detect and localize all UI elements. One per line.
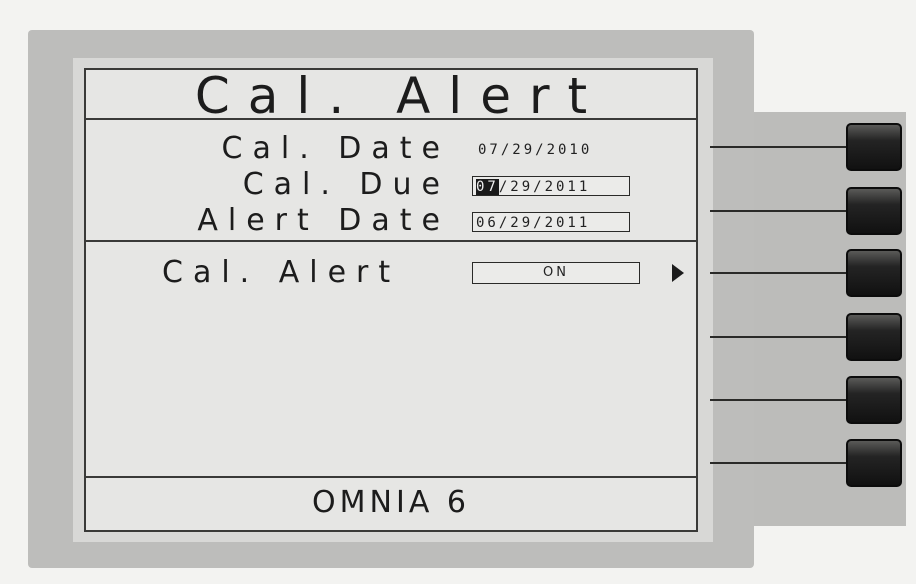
cal-alert-toggle[interactable]: ON <box>472 262 640 284</box>
cal-due-row[interactable]: Cal. Due 07/29/2011 <box>86 170 696 200</box>
section-divider <box>86 240 696 242</box>
right-arrow-icon <box>672 264 684 282</box>
cal-date-label: Cal. Date <box>221 131 450 166</box>
cal-date-value: 07/29/2010 <box>478 142 593 158</box>
cal-alert-label: Cal. Alert <box>162 255 401 290</box>
cal-date-row: Cal. Date 07/29/2010 <box>86 134 696 164</box>
softkey-3-button[interactable] <box>846 249 902 297</box>
footer-model-name: OMNIA 6 <box>86 476 696 530</box>
alert-date-row[interactable]: Alert Date 06/29/2011 <box>86 206 696 236</box>
softkey-leader-2 <box>710 210 850 212</box>
softkey-leader-4 <box>710 336 850 338</box>
cal-due-cursor: 07 <box>476 179 499 195</box>
cal-due-value: /29/2011 <box>498 179 591 195</box>
softkey-4-button[interactable] <box>846 313 902 361</box>
cal-alert-row[interactable]: Cal. Alert ON <box>86 258 696 288</box>
softkey-leader-1 <box>710 146 850 148</box>
alert-date-field[interactable]: 06/29/2011 <box>472 212 630 232</box>
cal-due-field[interactable]: 07/29/2011 <box>472 176 630 196</box>
softkey-6-button[interactable] <box>846 439 902 487</box>
title-bar: Cal. Alert <box>86 70 696 122</box>
softkey-5-button[interactable] <box>846 376 902 424</box>
softkey-leader-6 <box>710 462 850 464</box>
softkey-leader-5 <box>710 399 850 401</box>
page-title: Cal. Alert <box>194 67 606 125</box>
cal-due-label: Cal. Due <box>242 167 450 202</box>
softkey-leader-3 <box>710 272 850 274</box>
softkey-1-button[interactable] <box>846 123 902 171</box>
alert-date-label: Alert Date <box>197 203 450 238</box>
lcd-display: Cal. Alert Cal. Date 07/29/2010 Cal. Due… <box>84 68 698 532</box>
softkey-2-button[interactable] <box>846 187 902 235</box>
